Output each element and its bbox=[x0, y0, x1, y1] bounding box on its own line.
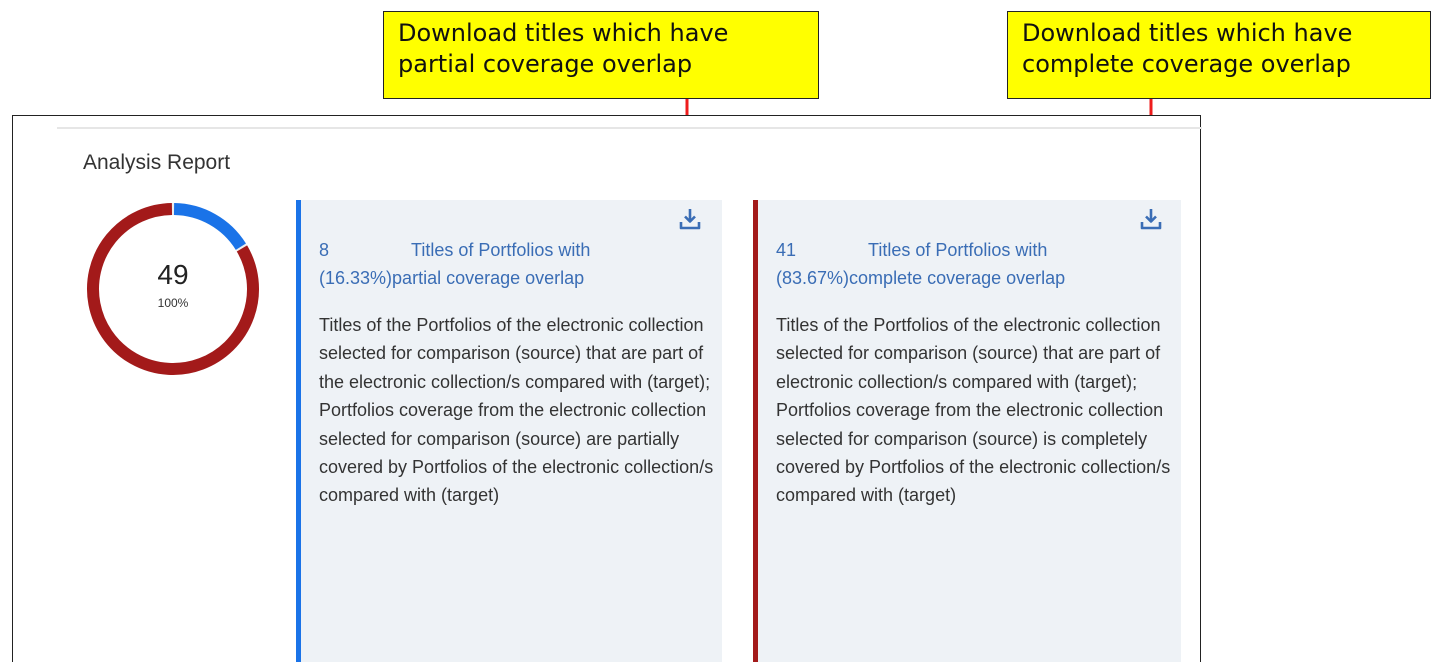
download-icon[interactable] bbox=[677, 206, 703, 232]
partial-description: Titles of the Portfolios of the electron… bbox=[319, 315, 714, 506]
complete-overlap-header[interactable]: 41 Titles of Portfolios with (83.67%)comp… bbox=[776, 236, 1065, 292]
panel-divider bbox=[57, 127, 1202, 129]
callout-complete-download: Download titles which have complete cove… bbox=[1007, 11, 1431, 99]
complete-percent: (83.67%) bbox=[776, 268, 850, 288]
download-icon[interactable] bbox=[1138, 206, 1164, 232]
donut-percent: 100% bbox=[157, 296, 189, 310]
donut-total: 49 bbox=[157, 259, 189, 290]
callout-partial-download: Download titles which have partial cover… bbox=[383, 11, 819, 99]
analysis-report-panel: Analysis Report 49 100% 8 Titles of Portf… bbox=[12, 115, 1202, 662]
complete-label-line1: Titles of Portfolios with bbox=[868, 240, 1048, 260]
coverage-donut-chart: 49 100% bbox=[83, 199, 263, 379]
partial-label-line1: Titles of Portfolios with bbox=[411, 240, 591, 260]
partial-overlap-card: 8 Titles of Portfolios with (16.33%)parti… bbox=[296, 200, 722, 662]
complete-count: 41 bbox=[776, 240, 797, 260]
partial-label-line2: partial coverage overlap bbox=[392, 268, 585, 288]
complete-description: Titles of the Portfolios of the electron… bbox=[776, 315, 1171, 506]
complete-label-line2: complete coverage overlap bbox=[849, 268, 1066, 288]
partial-overlap-header[interactable]: 8 Titles of Portfolios with (16.33%)parti… bbox=[319, 236, 590, 292]
donut-segment-partial bbox=[173, 203, 246, 250]
screenshot-stage: Download titles which have partial cover… bbox=[0, 0, 1435, 662]
partial-percent: (16.33%) bbox=[319, 268, 393, 288]
report-title: Analysis Report bbox=[83, 151, 231, 174]
partial-count: 8 bbox=[319, 240, 330, 260]
complete-overlap-card: 41 Titles of Portfolios with (83.67%)comp… bbox=[753, 200, 1181, 662]
